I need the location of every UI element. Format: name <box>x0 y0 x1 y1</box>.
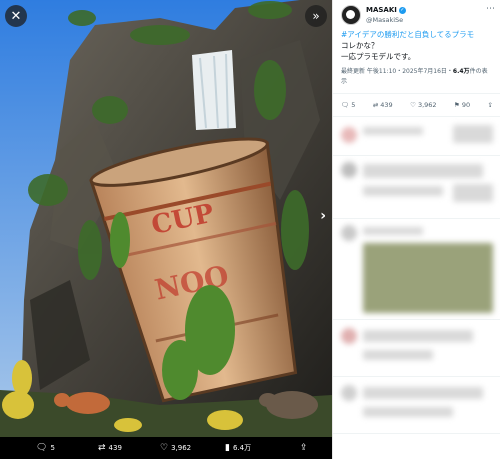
bookmark-button[interactable]: ⚑ 90 <box>454 101 470 109</box>
viewer-repost-button[interactable]: ⇄ 439 <box>98 443 122 453</box>
share-button[interactable]: ⇪ <box>488 101 493 109</box>
viewer-share-button[interactable]: ⇪ <box>300 443 308 453</box>
reply-icon: 🗨 <box>36 443 48 453</box>
list-item[interactable] <box>333 117 500 156</box>
chevron-right-icon: › <box>320 208 326 224</box>
replies-list <box>333 117 500 434</box>
viewer-reply-count: 5 <box>50 444 55 452</box>
post-detail-panel: MASAKI ✓ @MasakiSe ⋯ #アイデアの勝利だと自負してるプラモ … <box>332 0 500 459</box>
repost-count: 439 <box>380 101 393 109</box>
post-photo[interactable]: CUP NOO <box>0 0 332 437</box>
display-name-text: MASAKI <box>366 6 397 14</box>
repost-icon: ⇄ <box>98 443 106 453</box>
share-icon: ⇪ <box>300 443 308 453</box>
double-chevron-right-icon: » <box>312 9 320 23</box>
list-item[interactable] <box>333 156 500 219</box>
viewer-reply-button[interactable]: 🗨 5 <box>36 443 55 453</box>
bookmark-icon: ⚑ <box>453 101 460 109</box>
like-count: 3,962 <box>417 101 437 109</box>
media-viewer: CUP NOO ✕ » › 🗨 5 ⇄ 439 ♡ 3,962 ▮ 6.4万 ⇪ <box>0 0 332 459</box>
heart-icon: ♡ <box>160 443 169 453</box>
diorama-image: CUP NOO <box>0 0 332 437</box>
close-button[interactable]: ✕ <box>5 5 27 27</box>
avatar[interactable] <box>341 5 361 25</box>
bar-chart-icon: ▮ <box>225 443 230 453</box>
author-names: MASAKI ✓ @MasakiSe <box>366 5 486 25</box>
repost-icon: ⇄ <box>372 101 379 109</box>
list-item[interactable] <box>333 320 500 377</box>
share-icon: ⇪ <box>487 101 493 109</box>
viewer-views-button[interactable]: ▮ 6.4万 <box>225 443 251 453</box>
post-text-line: 一応プラモデルです。 <box>341 52 416 61</box>
post-text: #アイデアの勝利だと自負してるプラモ コレかな？ 一応プラモデルです。 <box>333 25 500 62</box>
heart-icon: ♡ <box>410 101 416 109</box>
post-view-count: 6.4万 <box>452 68 470 75</box>
list-item[interactable] <box>333 219 500 320</box>
viewer-like-button[interactable]: ♡ 3,962 <box>160 443 191 453</box>
hashtag-link[interactable]: #アイデアの勝利だと自負してるプラモ <box>341 29 493 40</box>
close-icon: ✕ <box>10 8 22 24</box>
list-item[interactable] <box>333 377 500 434</box>
post-meta: 最終更新 午後11:10・2025年7月16日・6.4万件の表示 <box>333 62 500 94</box>
viewer-repost-count: 439 <box>108 444 122 452</box>
post-text-line: コレかな？ <box>341 41 379 50</box>
display-name[interactable]: MASAKI ✓ <box>366 5 486 15</box>
post-timestamp[interactable]: 最終更新 午後11:10・2025年7月16日・ <box>341 68 453 75</box>
bookmark-count: 90 <box>461 101 471 109</box>
viewer-view-count: 6.4万 <box>232 444 252 452</box>
repost-button[interactable]: ⇄ 439 <box>373 101 393 109</box>
verified-badge-icon: ✓ <box>398 6 406 14</box>
reply-count: 5 <box>351 101 356 109</box>
expand-panel-button[interactable]: » <box>305 5 327 27</box>
next-image-button[interactable]: › <box>320 208 326 224</box>
post-stats-bar: 🗨 5 ⇄ 439 ♡ 3,962 ⚑ 90 ⇪ <box>333 94 500 117</box>
more-options-icon[interactable]: ⋯ <box>486 4 495 14</box>
media-action-bar: 🗨 5 ⇄ 439 ♡ 3,962 ▮ 6.4万 ⇪ <box>0 437 332 459</box>
reply-button[interactable]: 🗨 5 <box>341 101 355 109</box>
user-handle[interactable]: @MasakiSe <box>366 15 486 25</box>
post-author: MASAKI ✓ @MasakiSe ⋯ <box>333 0 500 25</box>
reply-icon: 🗨 <box>341 101 350 109</box>
like-button[interactable]: ♡ 3,962 <box>410 101 436 109</box>
viewer-like-count: 3,962 <box>171 444 192 452</box>
